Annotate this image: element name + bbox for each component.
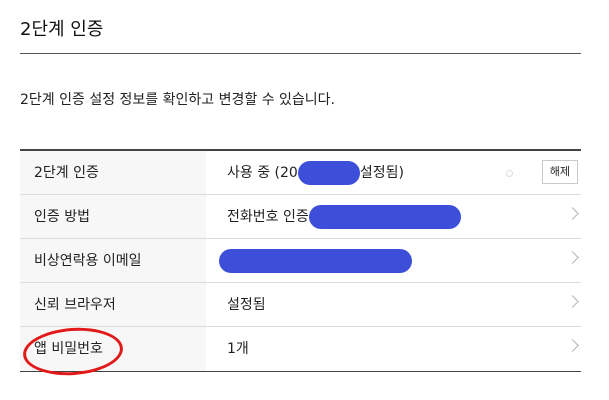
chevron-right-icon: [566, 339, 579, 352]
status-text-suffix: 설정됨): [359, 165, 404, 181]
chevron-right-icon: [566, 207, 579, 220]
row-app-password[interactable]: 앱 비밀번호 1개: [20, 327, 581, 371]
title-divider: [20, 53, 581, 54]
chevron-right-icon: [566, 251, 579, 264]
row-value-emergency-email: [219, 239, 412, 283]
row-emergency-email[interactable]: 비상연락용 이메일: [20, 239, 581, 283]
settings-table: 2단계 인증 사용 중 (20 설정됨) 해제 인증 방법 전화번호 인증 비상연…: [20, 149, 581, 372]
row-trusted-browser[interactable]: 신뢰 브라우저 설정됨: [20, 283, 581, 327]
row-label-auth-method: 인증 방법: [20, 195, 206, 238]
redacted-date: [297, 161, 360, 185]
row-value-trusted-browser: 설정됨: [227, 297, 266, 313]
page-description: 2단계 인증 설정 정보를 확인하고 변경할 수 있습니다.: [20, 92, 335, 108]
page-title: 2단계 인증: [20, 19, 104, 40]
row-auth-method[interactable]: 인증 방법 전화번호 인증: [20, 195, 581, 239]
row-value-app-password: 1개: [227, 341, 249, 357]
row-label-app-password: 앱 비밀번호: [20, 327, 206, 371]
row-two-step-auth: 2단계 인증 사용 중 (20 설정됨) 해제: [20, 151, 581, 195]
redacted-email: [219, 249, 412, 273]
chevron-right-icon: [566, 295, 579, 308]
row-value-auth-method: 전화번호 인증: [227, 195, 461, 239]
row-value-two-step-auth: 사용 중 (20 설정됨): [227, 151, 404, 195]
row-label-trusted-browser: 신뢰 브라우저: [20, 283, 206, 326]
redacted-phone: [308, 205, 461, 229]
dot-icon: [506, 170, 513, 177]
auth-method-text: 전화번호 인증: [227, 209, 309, 225]
disable-button[interactable]: 해제: [541, 160, 578, 184]
row-label-emergency-email: 비상연락용 이메일: [20, 239, 206, 282]
row-label-two-step-auth: 2단계 인증: [20, 151, 206, 194]
status-text-prefix: 사용 중 (20: [227, 165, 298, 181]
